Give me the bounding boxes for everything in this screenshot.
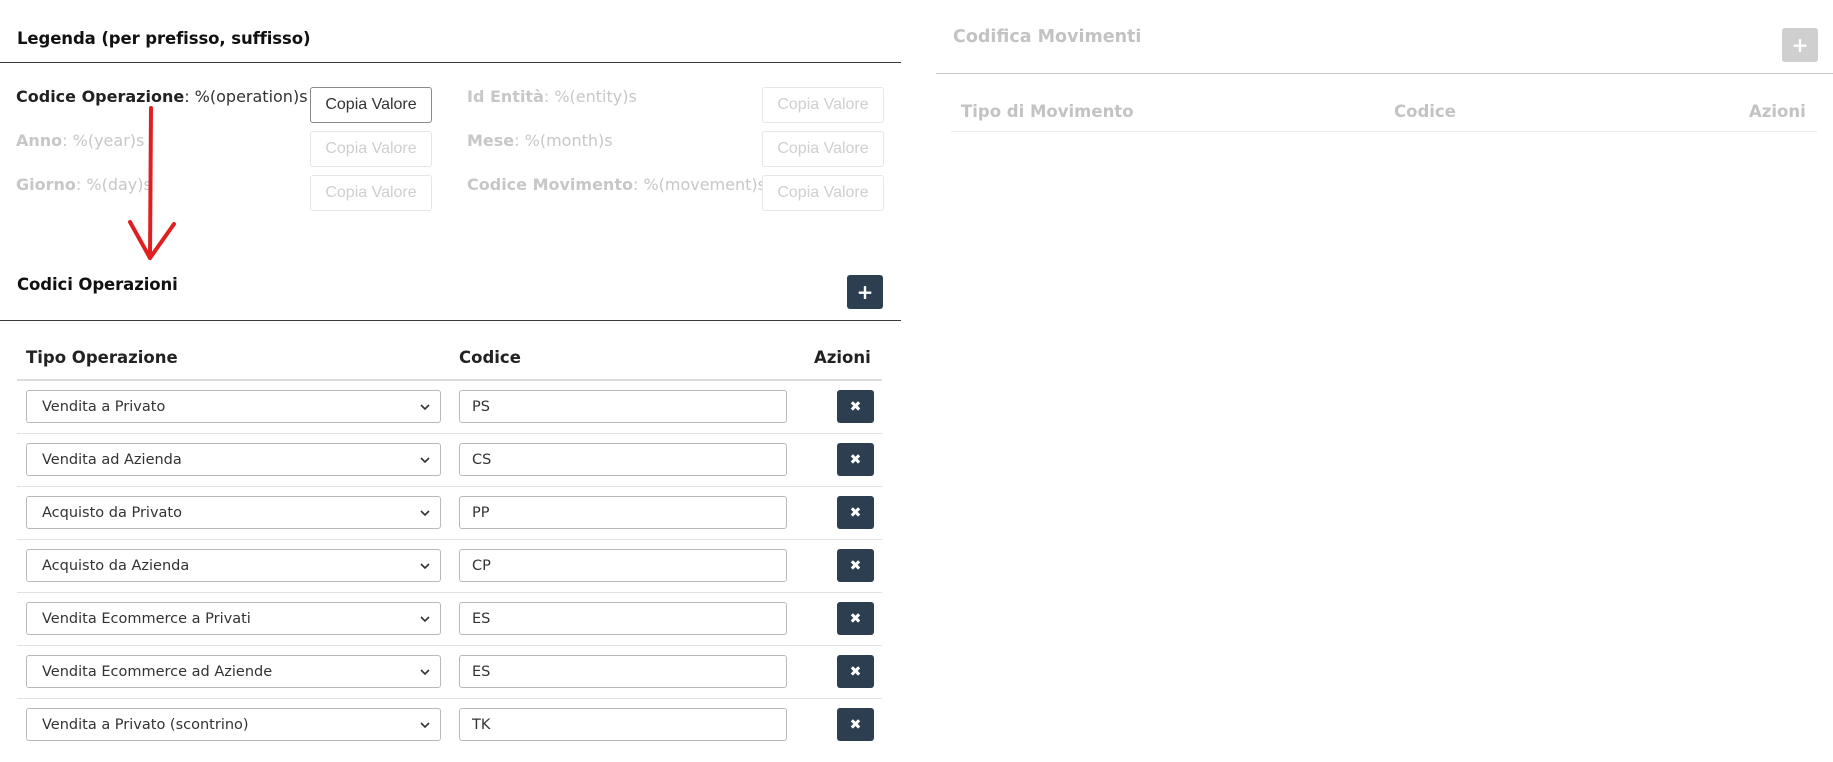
add-operation-button[interactable]: + — [847, 275, 883, 309]
operation-type-select[interactable]: Vendita a Privato — [26, 390, 441, 423]
legend-title: Legenda (per prefisso, suffisso) — [17, 29, 311, 48]
legend-month: Mese: %(month)s — [467, 131, 613, 150]
chevron-down-icon — [420, 669, 430, 676]
row-divider — [17, 592, 882, 593]
times-icon: ✖ — [849, 398, 862, 415]
operation-code-input[interactable]: ES — [459, 602, 787, 635]
times-icon: ✖ — [849, 716, 862, 733]
movements-column-code: Codice — [1394, 102, 1456, 121]
delete-row-button[interactable]: ✖ — [837, 496, 874, 529]
times-icon: ✖ — [849, 610, 862, 627]
table-header-line — [17, 379, 882, 381]
operation-type-select[interactable]: Vendita a Privato (scontrino) — [26, 708, 441, 741]
annotation-arrow-icon — [128, 106, 176, 260]
delete-row-button[interactable]: ✖ — [837, 443, 874, 476]
chevron-down-icon — [420, 457, 430, 464]
operation-code-input[interactable]: PP — [459, 496, 787, 529]
column-header-type: Tipo Operazione — [26, 348, 178, 367]
copy-movement-button[interactable]: Copia Valore — [762, 175, 884, 211]
chevron-down-icon — [420, 722, 430, 729]
plus-icon: + — [856, 280, 874, 304]
delete-row-button[interactable]: ✖ — [837, 390, 874, 423]
legend-entity: Id Entità: %(entity)s — [467, 87, 637, 106]
movements-divider — [936, 73, 1833, 74]
copy-month-button[interactable]: Copia Valore — [762, 131, 884, 167]
movements-column-type: Tipo di Movimento — [961, 102, 1134, 121]
operation-code-input[interactable]: PS — [459, 390, 787, 423]
legend-movement: Codice Movimento: %(movement)s — [467, 175, 766, 194]
delete-row-button[interactable]: ✖ — [837, 602, 874, 635]
row-divider — [17, 645, 882, 646]
row-divider — [17, 698, 882, 699]
operation-type-select[interactable]: Vendita Ecommerce ad Aziende — [26, 655, 441, 688]
column-header-code: Codice — [459, 348, 521, 367]
legend-divider — [0, 62, 901, 63]
operation-code-input[interactable]: CS — [459, 443, 787, 476]
operation-type-select[interactable]: Vendita Ecommerce a Privati — [26, 602, 441, 635]
operations-title: Codici Operazioni — [17, 275, 178, 294]
delete-row-button[interactable]: ✖ — [837, 708, 874, 741]
left-panel: Legenda (per prefisso, suffisso) Codice … — [0, 0, 901, 762]
movements-header-line — [951, 131, 1817, 132]
times-icon: ✖ — [849, 504, 862, 521]
operation-type-select[interactable]: Acquisto da Privato — [26, 496, 441, 529]
right-panel: Codifica Movimenti + Tipo di Movimento C… — [936, 0, 1833, 762]
operation-type-select[interactable]: Acquisto da Azienda — [26, 549, 441, 582]
chevron-down-icon — [420, 404, 430, 411]
chevron-down-icon — [420, 510, 430, 517]
row-divider — [17, 486, 882, 487]
times-icon: ✖ — [849, 557, 862, 574]
operation-type-select[interactable]: Vendita ad Azienda — [26, 443, 441, 476]
delete-row-button[interactable]: ✖ — [837, 549, 874, 582]
operation-code-input[interactable]: ES — [459, 655, 787, 688]
add-movement-button[interactable]: + — [1782, 28, 1818, 62]
operation-code-input[interactable]: TK — [459, 708, 787, 741]
column-header-actions: Azioni — [814, 348, 871, 367]
times-icon: ✖ — [849, 663, 862, 680]
times-icon: ✖ — [849, 451, 862, 468]
delete-row-button[interactable]: ✖ — [837, 655, 874, 688]
movements-column-actions: Azioni — [1749, 102, 1806, 121]
operations-divider — [0, 320, 901, 321]
copy-operation-button[interactable]: Copia Valore — [310, 87, 432, 123]
row-divider — [17, 433, 882, 434]
plus-icon: + — [1791, 33, 1809, 57]
chevron-down-icon — [420, 563, 430, 570]
row-divider — [17, 539, 882, 540]
chevron-down-icon — [420, 616, 430, 623]
copy-day-button[interactable]: Copia Valore — [310, 175, 432, 211]
operation-code-input[interactable]: CP — [459, 549, 787, 582]
copy-entity-button[interactable]: Copia Valore — [762, 87, 884, 123]
movements-title: Codifica Movimenti — [953, 27, 1142, 47]
copy-year-button[interactable]: Copia Valore — [310, 131, 432, 167]
